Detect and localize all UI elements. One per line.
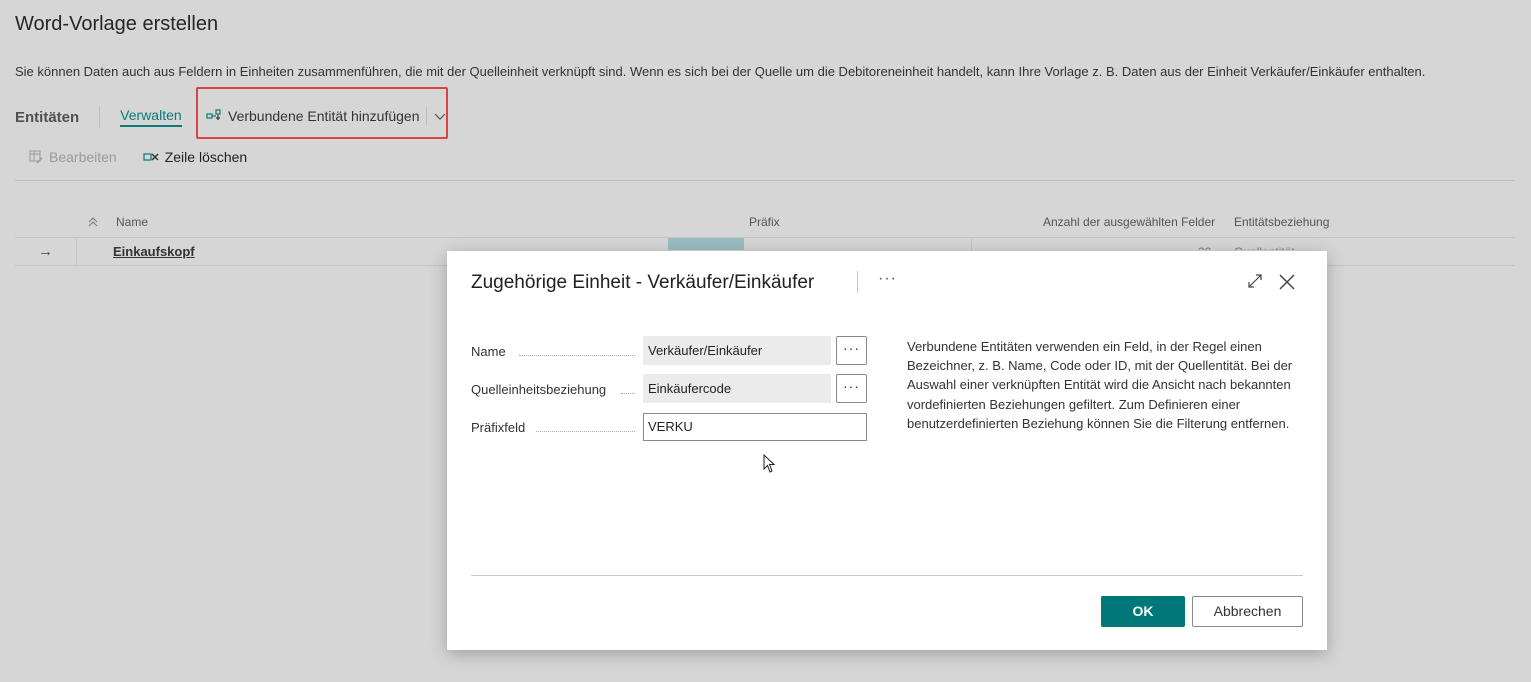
row-field-count: 29 xyxy=(1198,245,1211,250)
delete-line-label: Zeile löschen xyxy=(164,149,248,165)
title-divider xyxy=(857,271,858,293)
ok-button[interactable]: OK xyxy=(1101,596,1185,627)
related-entity-dialog: Zugehörige Einheit - Verkäufer/Einkäufer… xyxy=(447,251,1327,650)
delete-line-icon xyxy=(143,153,159,161)
name-label: Name xyxy=(471,344,506,359)
chevron-down-icon[interactable] xyxy=(433,109,447,123)
divider xyxy=(99,106,101,128)
leader-dots xyxy=(536,431,635,432)
toolbar: Bearbeiten Zeile löschen xyxy=(29,149,273,165)
name-lookup-button[interactable]: ··· xyxy=(836,336,867,365)
row-name-link[interactable]: Einkaufskopf xyxy=(113,244,195,259)
page-description: Sie können Daten auch aus Feldern in Ein… xyxy=(15,64,1426,79)
column-header-name[interactable]: Name xyxy=(116,215,148,229)
add-related-entity-label: Verbundene Entität hinzufügen xyxy=(228,108,420,124)
page-title: Word-Vorlage erstellen xyxy=(15,13,219,35)
relation-lookup-button[interactable]: ··· xyxy=(836,374,867,403)
dialog-title: Zugehörige Einheit - Verkäufer/Einkäufer xyxy=(471,272,815,293)
toolbar-divider xyxy=(15,180,1515,181)
column-header-relation[interactable]: Entitätsbeziehung xyxy=(1234,215,1329,229)
edit-icon xyxy=(29,150,43,164)
sort-ascending-icon[interactable] xyxy=(87,216,99,228)
name-field[interactable]: Verkäufer/Einkäufer xyxy=(643,336,831,365)
column-header-field-count[interactable]: Anzahl der ausgewählten Felder xyxy=(1043,215,1215,229)
add-related-entity-icon xyxy=(206,109,221,120)
relation-field[interactable]: Einkäufercode xyxy=(643,374,831,403)
prefix-input[interactable]: VERKU xyxy=(643,413,867,441)
section-bar: Entitäten Verwalten xyxy=(15,104,182,130)
help-text: Verbundene Entitäten verwenden ein Feld,… xyxy=(907,339,1293,431)
relation-label: Quelleinheitsbeziehung xyxy=(471,382,607,397)
edit-label: Bearbeiten xyxy=(49,149,117,165)
add-related-entity-button[interactable]: Verbundene Entität hinzufügen xyxy=(206,107,447,125)
tab-manage[interactable]: Verwalten xyxy=(120,107,182,127)
add-related-entity-highlight: Verbundene Entität hinzufügen xyxy=(196,87,448,139)
more-options-button[interactable]: ··· xyxy=(878,270,897,288)
prefix-label: Präfixfeld xyxy=(471,420,526,435)
leader-dots xyxy=(621,393,635,394)
expand-icon[interactable] xyxy=(1247,273,1263,289)
row-relation: Quellentität xyxy=(1234,245,1295,250)
row-prefix-cell[interactable] xyxy=(668,238,744,250)
mouse-cursor-icon xyxy=(763,454,776,473)
leader-dots xyxy=(519,355,635,356)
column-header-prefix[interactable]: Präfix xyxy=(749,215,780,229)
close-icon[interactable] xyxy=(1278,273,1296,291)
split-divider xyxy=(425,107,427,125)
edit-button[interactable]: Bearbeiten xyxy=(29,149,117,165)
row-arrow-icon[interactable]: → xyxy=(15,238,77,265)
delete-line-button[interactable]: Zeile löschen xyxy=(143,149,248,165)
section-title: Entitäten xyxy=(15,108,80,126)
footer-divider xyxy=(471,575,1303,576)
cancel-button[interactable]: Abbrechen xyxy=(1192,596,1303,627)
